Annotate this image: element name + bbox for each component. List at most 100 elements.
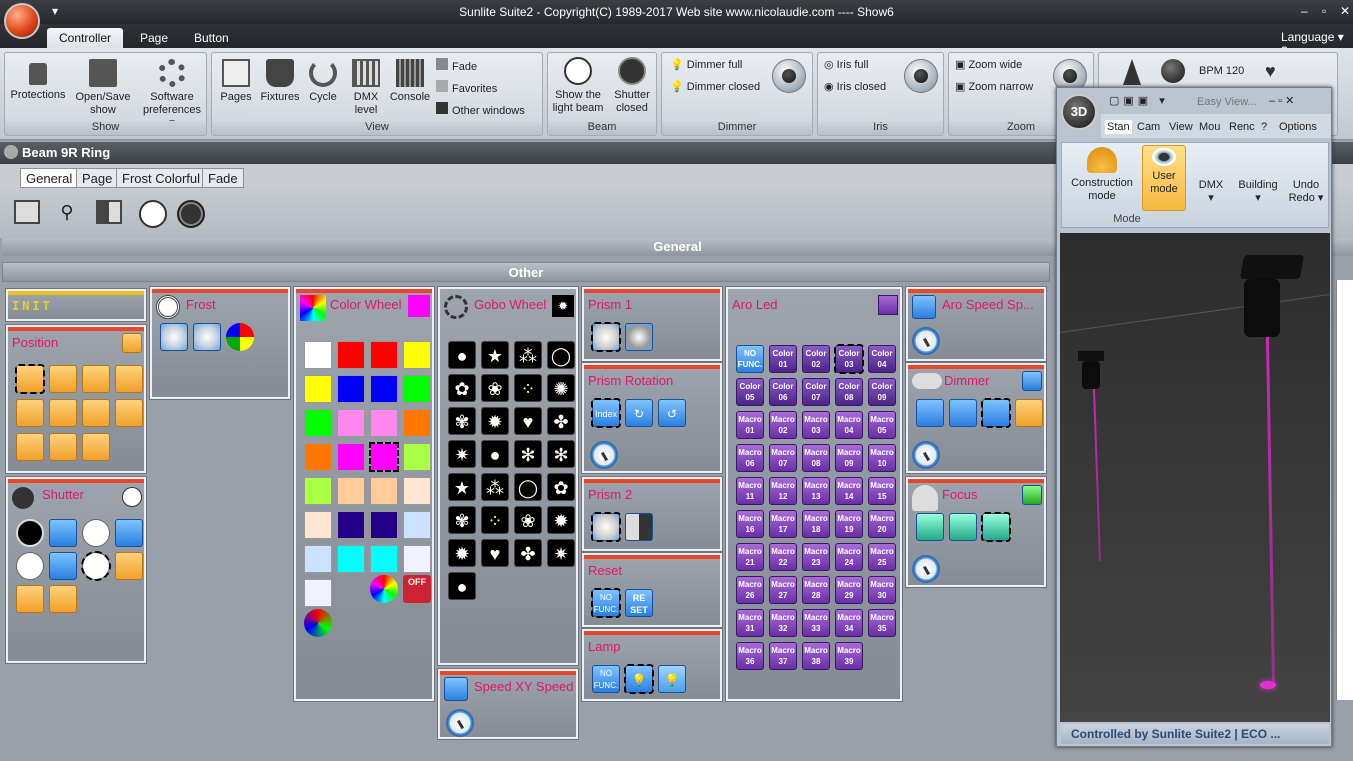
favorites-button[interactable]: Favorites bbox=[436, 80, 497, 95]
aro-macro-option[interactable]: Macro 02 bbox=[769, 411, 797, 439]
aro-macro-option[interactable]: Macro 17 bbox=[769, 510, 797, 538]
aro-color-option[interactable]: Color 05 bbox=[736, 378, 764, 406]
show-light-beam-button[interactable]: Show the light beam bbox=[550, 57, 606, 115]
w3d-window-controls[interactable]: – ▫ ✕ bbox=[1269, 94, 1294, 107]
color-swatch[interactable] bbox=[304, 579, 332, 607]
focus-option-3[interactable] bbox=[981, 512, 1011, 542]
aro-macro-option[interactable]: Macro 27 bbox=[769, 576, 797, 604]
aro-macro-option[interactable]: Macro 16 bbox=[736, 510, 764, 538]
aro-color-option[interactable]: Color 08 bbox=[835, 378, 863, 406]
open-save-show-button[interactable]: Open/Save show bbox=[71, 59, 135, 117]
shutter-open-option[interactable] bbox=[82, 519, 110, 547]
aro-macro-option[interactable]: Macro 14 bbox=[835, 477, 863, 505]
aro-macro-option[interactable]: Macro 10 bbox=[868, 444, 896, 472]
undo-redo-button[interactable]: Undo Redo ▾ bbox=[1284, 179, 1328, 205]
gobo-option[interactable]: ✾ bbox=[448, 407, 476, 435]
app-menu-button[interactable] bbox=[4, 3, 40, 39]
tab-frost-colorful[interactable]: Frost Colorful bbox=[116, 168, 207, 188]
aro-macro-option[interactable]: Macro 34 bbox=[835, 609, 863, 637]
other-windows-button[interactable]: Other windows bbox=[436, 102, 525, 117]
color-swatch[interactable] bbox=[370, 545, 398, 573]
prism-rotation-dial[interactable] bbox=[590, 441, 618, 469]
tab-button[interactable]: Button bbox=[182, 28, 241, 48]
shutter-closed-option[interactable] bbox=[16, 519, 44, 547]
aro-macro-option[interactable]: Macro 05 bbox=[868, 411, 896, 439]
prism2-off-option[interactable] bbox=[591, 512, 621, 542]
gobo-option[interactable]: ✿ bbox=[448, 374, 476, 402]
aro-macro-option[interactable]: Macro 03 bbox=[802, 411, 830, 439]
console-button[interactable]: Console bbox=[388, 59, 432, 104]
position-preset-6[interactable] bbox=[49, 399, 77, 427]
close-icon[interactable]: ✕ bbox=[1340, 4, 1350, 18]
gobo-option[interactable]: ✷ bbox=[547, 539, 575, 567]
aro-color-option[interactable]: Color 02 bbox=[802, 345, 830, 373]
aro-macro-option[interactable]: Macro 29 bbox=[835, 576, 863, 604]
aro-color-option[interactable]: Color 04 bbox=[868, 345, 896, 373]
aro-macro-option[interactable]: Macro 23 bbox=[802, 543, 830, 571]
aro-macro-option[interactable]: Macro 22 bbox=[769, 543, 797, 571]
fade-button[interactable]: Fade bbox=[436, 58, 477, 73]
aro-macro-option[interactable]: Macro 11 bbox=[736, 477, 764, 505]
aro-macro-option[interactable]: Macro 33 bbox=[802, 609, 830, 637]
prism-rotate-cw-option[interactable]: ↻ bbox=[625, 399, 653, 427]
tap-button[interactable] bbox=[1161, 59, 1185, 83]
tab-controller[interactable]: Controller bbox=[47, 28, 124, 48]
dimmer-option-2[interactable] bbox=[949, 399, 977, 427]
aro-macro-option[interactable]: Macro 28 bbox=[802, 576, 830, 604]
pages-button[interactable]: Pages bbox=[216, 59, 256, 104]
position-preset-3[interactable] bbox=[82, 365, 110, 393]
construction-mode-button[interactable]: Construction mode bbox=[1064, 147, 1140, 203]
aro-macro-option[interactable]: Macro 01 bbox=[736, 411, 764, 439]
gobo-option[interactable]: ✹ bbox=[481, 407, 509, 435]
cycle-button[interactable]: Cycle bbox=[304, 59, 342, 104]
shutter-pulse-option[interactable] bbox=[115, 519, 143, 547]
dimmer-closed-button[interactable]: 💡 Dimmer closed bbox=[670, 80, 760, 93]
prism1-off-option[interactable] bbox=[591, 322, 621, 352]
color-swatch[interactable] bbox=[337, 511, 365, 539]
shutter-open-option-2[interactable] bbox=[16, 552, 44, 580]
beam-closed-button[interactable] bbox=[177, 200, 205, 228]
focus-dial[interactable] bbox=[912, 555, 940, 583]
reset-no-func-option[interactable]: NO FUNC. bbox=[591, 588, 621, 618]
aro-macro-option[interactable]: Macro 07 bbox=[769, 444, 797, 472]
lamp-off-option[interactable]: 💡 bbox=[624, 664, 654, 694]
color-rotate-option[interactable] bbox=[304, 609, 332, 637]
prism2-on-option[interactable] bbox=[625, 513, 653, 541]
position-preset-7[interactable] bbox=[82, 399, 110, 427]
color-swatch[interactable] bbox=[304, 511, 332, 539]
color-swatch[interactable] bbox=[370, 511, 398, 539]
strobe-option[interactable] bbox=[49, 519, 77, 547]
color-swatch[interactable] bbox=[403, 443, 431, 471]
dimmer-dial[interactable] bbox=[912, 441, 940, 469]
position-preset-1[interactable] bbox=[15, 364, 45, 394]
gobo-option[interactable]: ● bbox=[448, 341, 476, 369]
lamp-on-option[interactable]: 💡 bbox=[658, 665, 686, 693]
color-swatch[interactable] bbox=[369, 442, 399, 472]
speed-xy-dial[interactable] bbox=[446, 709, 474, 737]
aro-macro-option[interactable]: Macro 20 bbox=[868, 510, 896, 538]
reset-option[interactable]: RE SET bbox=[625, 589, 653, 617]
gobo-option[interactable]: ⁂ bbox=[481, 473, 509, 501]
gobo-option[interactable]: ⁘ bbox=[481, 506, 509, 534]
aro-macro-option[interactable]: Macro 25 bbox=[868, 543, 896, 571]
gobo-option[interactable]: ⁂ bbox=[514, 341, 542, 369]
color-swatch[interactable] bbox=[403, 375, 431, 403]
shutter-random-option[interactable] bbox=[115, 552, 143, 580]
tab-fade[interactable]: Fade bbox=[202, 168, 244, 188]
fixtures-button[interactable]: Fixtures bbox=[258, 59, 302, 104]
dimmer-full-button[interactable]: 💡 Dimmer full bbox=[670, 58, 742, 71]
dimmer-option-3[interactable] bbox=[981, 398, 1011, 428]
gobo-option[interactable]: ♥ bbox=[481, 539, 509, 567]
position-preset-4[interactable] bbox=[115, 365, 143, 393]
color-swatch[interactable] bbox=[370, 375, 398, 403]
gobo-option[interactable]: ✹ bbox=[448, 539, 476, 567]
position-preset-9[interactable] bbox=[16, 433, 44, 461]
screen-icon[interactable] bbox=[14, 200, 40, 224]
tab-help[interactable]: ? bbox=[1261, 121, 1267, 133]
gobo-option[interactable]: ★ bbox=[481, 341, 509, 369]
tab-general[interactable]: General bbox=[20, 168, 79, 188]
color-swatch[interactable] bbox=[337, 409, 365, 437]
dimmer-option-1[interactable] bbox=[916, 399, 944, 427]
aro-macro-option[interactable]: Macro 36 bbox=[736, 642, 764, 670]
gobo-option[interactable]: ✺ bbox=[547, 374, 575, 402]
